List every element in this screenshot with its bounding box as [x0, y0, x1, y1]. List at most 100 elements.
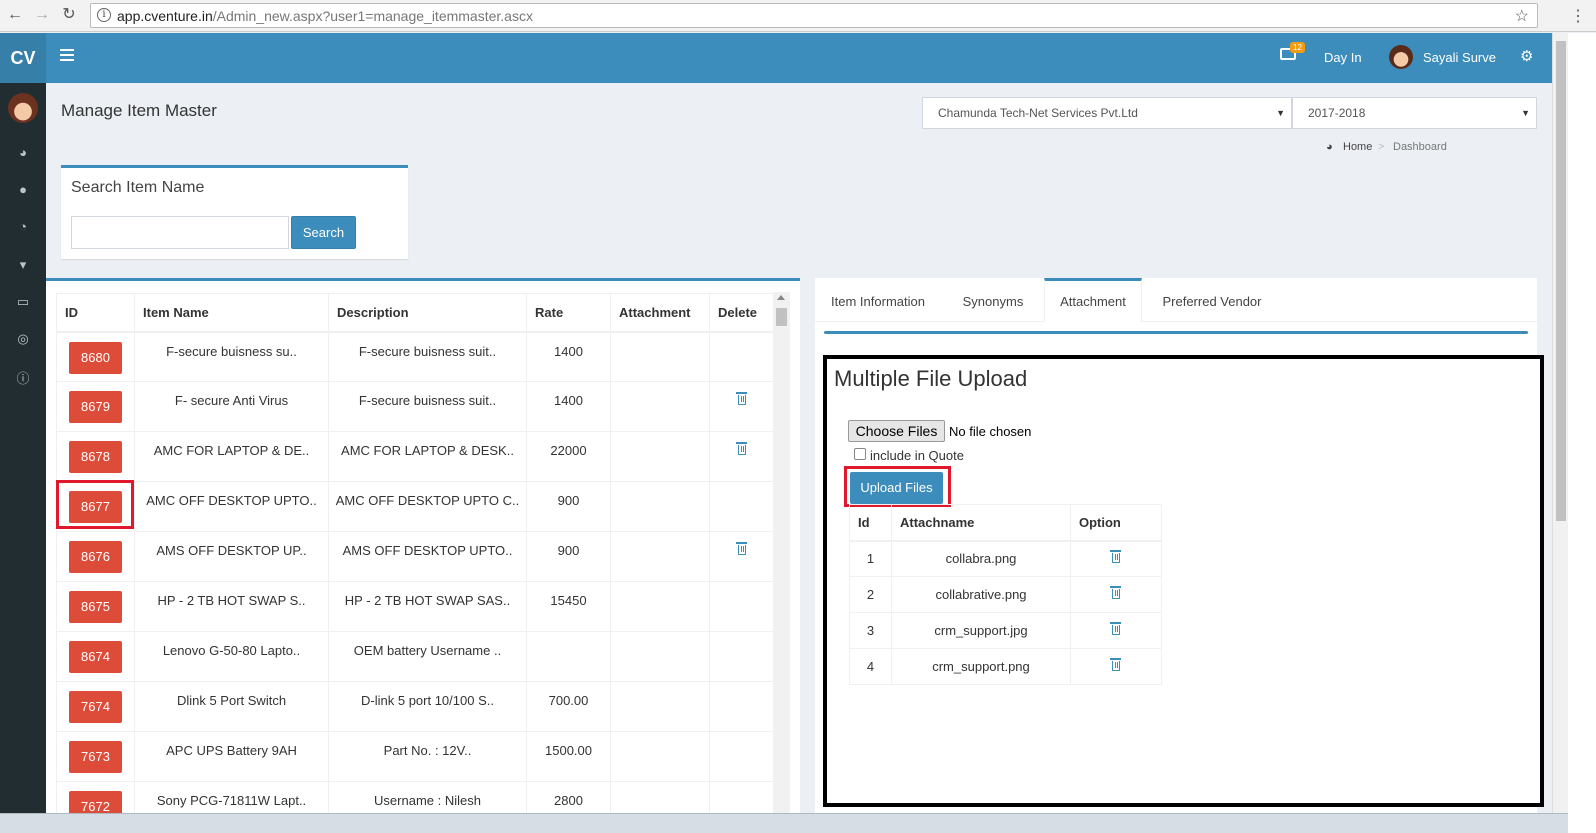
include-in-quote-checkbox[interactable]	[854, 448, 866, 460]
item-description: F-secure buisness suit..	[328, 381, 527, 432]
company-select-value: Chamunda Tech-Net Services Pvt.Ltd	[938, 106, 1138, 120]
file-name[interactable]: collabra.png	[891, 540, 1071, 577]
app-logo[interactable]: CV	[0, 33, 46, 83]
item-description: Username : Nilesh	[328, 781, 527, 813]
dashboard-icon[interactable]: ◕	[0, 145, 46, 160]
item-name: Lenovo G-50-80 Lapto..	[134, 631, 329, 682]
tab-attachment[interactable]: Attachment	[1044, 278, 1142, 322]
back-icon[interactable]: ←	[6, 6, 24, 24]
tab-synonyms[interactable]: Synonyms	[941, 278, 1045, 322]
file-name[interactable]: crm_support.png	[891, 648, 1071, 685]
page-title: Manage Item Master	[61, 101, 217, 120]
item-attachment	[610, 681, 710, 732]
column-header-id: Id	[849, 504, 892, 542]
file-name[interactable]: collabrative.png	[891, 576, 1071, 613]
item-description: D-link 5 port 10/100 S..	[328, 681, 527, 732]
item-attachment	[610, 581, 710, 632]
day-in-link[interactable]: Day In	[1324, 50, 1362, 65]
breadcrumb-home-icon[interactable]: ◕	[1326, 141, 1333, 153]
item-attachment	[610, 781, 710, 813]
company-select[interactable]: Chamunda Tech-Net Services Pvt.Ltd ▼	[922, 97, 1292, 129]
breadcrumb-current: Dashboard	[1393, 141, 1447, 153]
item-id-button[interactable]: 8678	[69, 441, 122, 473]
chevron-down-icon: ▼	[1521, 108, 1530, 118]
credit-card-icon[interactable]: ▭	[0, 294, 46, 310]
item-id-button[interactable]: 7672	[69, 791, 122, 813]
user-name[interactable]: Sayali Surve	[1423, 50, 1496, 65]
reload-icon[interactable]: ↻	[60, 6, 78, 24]
trash-icon[interactable]	[1110, 586, 1121, 599]
item-rate	[526, 631, 611, 682]
item-description: AMC OFF DESKTOP UPTO C..	[328, 481, 527, 532]
item-delete-cell	[709, 581, 773, 632]
item-description: OEM battery Username ..	[328, 631, 527, 682]
trash-icon[interactable]	[735, 442, 747, 455]
item-attachment	[610, 331, 710, 382]
tab-preferred-vendor[interactable]: Preferred Vendor	[1142, 278, 1282, 322]
item-id-button[interactable]: 7674	[69, 691, 122, 723]
sidebar-toggle-icon[interactable]	[60, 49, 74, 61]
item-attachment	[610, 631, 710, 682]
item-delete-cell	[709, 631, 773, 682]
include-in-quote-label[interactable]: include in Quote	[870, 448, 964, 463]
item-rate: 2800	[526, 781, 611, 813]
item-delete-cell	[709, 331, 773, 382]
table-row: 8676 AMS OFF DESKTOP UP.. AMS OFF DESKTO…	[56, 531, 773, 582]
item-id-button[interactable]: 8675	[69, 591, 122, 623]
item-id-button[interactable]: 8674	[69, 641, 122, 673]
page-scrollbar[interactable]	[1552, 33, 1568, 813]
item-delete-cell	[709, 731, 773, 782]
taskbar	[0, 813, 1568, 833]
pie-chart-icon[interactable]: ◔	[0, 219, 46, 234]
address-bar[interactable]: i app.cventure.in/Admin_new.aspx?user1=m…	[90, 3, 1538, 28]
browser-menu-icon[interactable]: ⋮	[1570, 6, 1586, 26]
user-icon[interactable]: ●	[0, 182, 46, 197]
bookmark-star-icon[interactable]: ☆	[1515, 6, 1529, 26]
cart-icon[interactable]: ▾	[0, 257, 46, 273]
forward-icon[interactable]: →	[33, 6, 51, 24]
tab-item-information[interactable]: Item Information	[815, 278, 941, 322]
item-id-button[interactable]: 8679	[69, 391, 122, 423]
file-name[interactable]: crm_support.jpg	[891, 612, 1071, 649]
search-button[interactable]: Search	[291, 216, 356, 249]
trash-icon[interactable]	[1110, 550, 1121, 564]
info-icon[interactable]: i	[97, 8, 111, 22]
item-delete-cell	[709, 481, 773, 532]
year-select[interactable]: 2017-2018 ▼	[1292, 97, 1537, 129]
search-input[interactable]	[71, 216, 289, 249]
user-avatar[interactable]	[1389, 45, 1413, 69]
table-row: 7672 Sony PCG-71811W Lapt.. Username : N…	[56, 781, 773, 813]
item-rate: 1400	[526, 331, 611, 382]
trash-icon[interactable]	[1110, 622, 1121, 635]
info-circle-icon[interactable]: ⓘ	[0, 368, 46, 387]
item-rate: 700.00	[526, 681, 611, 732]
item-id-button[interactable]: 7673	[69, 741, 122, 773]
item-rate: 900	[526, 531, 611, 582]
item-name: Dlink 5 Port Switch	[134, 681, 329, 732]
page-scrollbar-thumb[interactable]	[1556, 41, 1566, 521]
settings-gears-icon[interactable]: ⚙	[1520, 47, 1533, 65]
item-id-button[interactable]: 8680	[69, 341, 122, 374]
items-panel: ID Item Name Description Rate Attachment…	[46, 278, 800, 813]
no-file-chosen-text: No file chosen	[949, 424, 1032, 439]
file-id: 3	[849, 612, 892, 649]
choose-files-button[interactable]: Choose Files	[848, 420, 945, 442]
table-scrollbar[interactable]	[773, 292, 790, 813]
breadcrumb-home[interactable]: Home	[1343, 141, 1372, 153]
item-delete-cell	[709, 431, 773, 482]
trash-icon[interactable]	[735, 392, 747, 405]
item-delete-cell	[709, 781, 773, 813]
column-header-attachment: Attachment	[610, 293, 710, 333]
tab-bar: Item Information Synonyms Attachment Pre…	[815, 278, 1537, 322]
item-attachment	[610, 381, 710, 432]
trash-icon[interactable]	[1110, 658, 1121, 671]
item-rate: 1400	[526, 381, 611, 432]
url-text[interactable]: app.cventure.in/Admin_new.aspx?user1=man…	[117, 8, 533, 24]
trash-icon[interactable]	[735, 542, 747, 555]
table-row: 2 collabrative.png	[849, 576, 1162, 613]
column-header-attachname: Attachname	[891, 504, 1071, 542]
item-id-button[interactable]: 8676	[69, 541, 122, 573]
support-icon[interactable]: ◎	[0, 331, 46, 347]
scroll-up-arrow-icon[interactable]	[777, 295, 785, 300]
table-scrollbar-thumb[interactable]	[776, 308, 787, 326]
